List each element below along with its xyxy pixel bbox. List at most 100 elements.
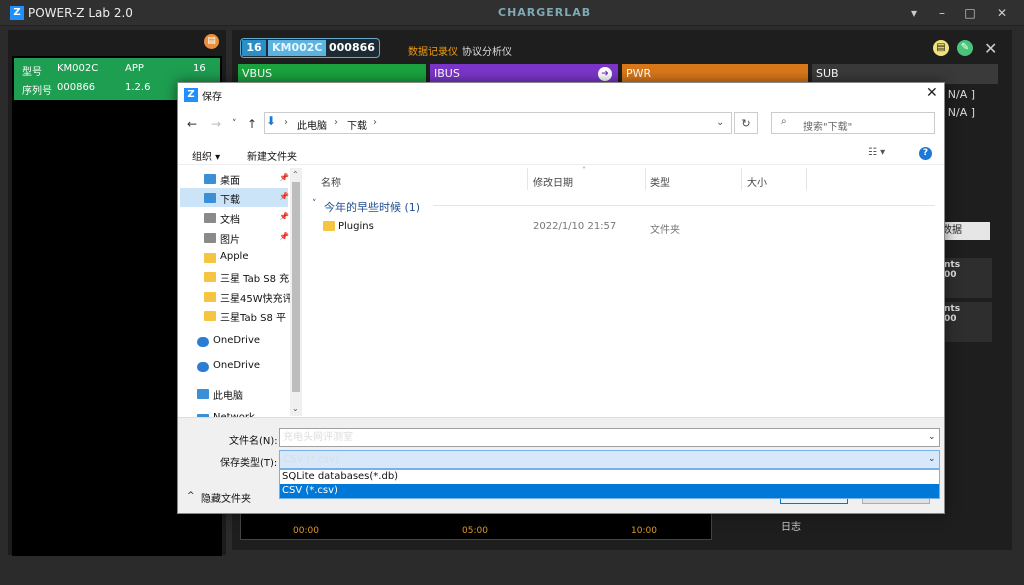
pill-model: KM002C — [268, 40, 326, 56]
minimize-button[interactable]: – — [930, 4, 954, 22]
chart-tick: 00:00 — [293, 526, 319, 536]
group-header[interactable]: 今年的早些时候 (1) — [324, 199, 420, 215]
nav-item-label: Apple — [220, 251, 249, 262]
pin-icon[interactable]: 📌 — [279, 212, 289, 221]
download-folder-icon: ⬇ — [266, 114, 277, 128]
crumb-separator-icon[interactable]: › — [284, 117, 288, 128]
filetype-select[interactable]: CSV (*.csv) — [279, 450, 940, 469]
crumb-separator-icon[interactable]: › — [334, 117, 338, 128]
nav-item-icon — [204, 253, 216, 263]
scroll-up-icon[interactable]: ⌃ — [292, 170, 299, 179]
filename-input[interactable]: 充电头网评测室 — [279, 428, 940, 447]
tab-protocol-analyzer[interactable]: 协议分析仪 — [462, 43, 512, 58]
screenshot-icon[interactable]: ▤ — [933, 40, 949, 56]
nav-item-icon — [197, 362, 209, 372]
dialog-close-button[interactable]: ✕ — [926, 85, 938, 101]
pin-icon[interactable]: 📌 — [279, 173, 289, 182]
device-serial-value: 000866 — [57, 82, 96, 93]
filetype-option-csv[interactable]: CSV (*.csv) — [280, 484, 939, 498]
column-name[interactable]: 名称 — [321, 174, 341, 189]
tile-vbus[interactable]: VBUS — [238, 64, 426, 84]
chart-tick: 05:00 — [462, 526, 488, 536]
column-separator[interactable] — [645, 168, 646, 190]
main-close-icon[interactable]: ✕ — [984, 39, 997, 58]
nav-item-icon — [204, 292, 216, 302]
nav-item-label: 下载 — [220, 195, 240, 206]
device-version: 1.2.6 — [125, 82, 151, 93]
help-icon[interactable]: ? — [919, 147, 932, 160]
organize-button[interactable]: 组织 ▾ — [192, 148, 220, 163]
arrow-right-icon[interactable]: ➜ — [598, 67, 612, 81]
group-collapse-icon[interactable]: ˅ — [312, 199, 317, 209]
recent-chevron-icon[interactable]: ˅ — [232, 119, 237, 129]
tile-pwr[interactable]: PWR — [622, 64, 808, 84]
brand-logo: CHARGERLAB — [498, 6, 592, 19]
file-type: 文件夹 — [650, 225, 680, 236]
dialog-app-icon: Z — [184, 88, 198, 102]
filename-label: 文件名(N): — [229, 436, 278, 447]
column-size[interactable]: 大小 — [747, 174, 767, 189]
filetype-dropdown-icon[interactable]: ⌄ — [928, 454, 936, 464]
nav-item-icon — [204, 193, 216, 203]
filetype-option-db[interactable]: SQLite databases(*.db) — [280, 470, 939, 484]
column-separator[interactable] — [806, 168, 807, 190]
nav-item-label: 图片 — [220, 235, 240, 246]
device-model-value: KM002C — [57, 63, 99, 74]
file-row[interactable] — [316, 216, 936, 236]
tile-sub[interactable]: SUB — [812, 64, 998, 84]
column-separator[interactable] — [527, 168, 528, 190]
export-icon[interactable]: ▤ — [204, 34, 219, 49]
breadcrumb-this-pc[interactable]: 此电脑 — [297, 117, 327, 132]
hide-folders-toggle[interactable]: 隐藏文件夹 — [201, 490, 251, 505]
column-type[interactable]: 类型 — [650, 174, 670, 189]
column-separator[interactable] — [741, 168, 742, 190]
filetype-label: 保存类型(T): — [220, 458, 278, 469]
refresh-button[interactable]: ↻ — [734, 112, 758, 134]
search-icon: ⌕ — [781, 116, 787, 127]
nav-item-icon — [197, 337, 209, 347]
nav-item-icon — [204, 213, 216, 223]
view-options-icon[interactable]: ☷ ▾ — [868, 147, 885, 158]
dialog-title: 保存 — [202, 92, 222, 103]
tab-data-logger[interactable]: 数据记录仪 — [408, 43, 458, 58]
pill-serial: 000866 — [329, 41, 375, 54]
pin-icon[interactable]: 📌 — [279, 232, 289, 241]
na-value-1: [ N/A ] — [940, 88, 976, 101]
menu-dropdown-icon[interactable]: ▾ — [902, 4, 926, 22]
device-app-value: 16 — [193, 63, 206, 74]
breadcrumb-downloads[interactable]: 下载 — [347, 117, 367, 132]
chart-tick: 10:00 — [631, 526, 657, 536]
nav-item-label: 三星Tab S8 平 — [220, 313, 286, 324]
na-value-2: [ N/A ] — [940, 106, 976, 119]
app-logo-icon: Z — [10, 6, 24, 20]
device-serial-label: 序列号 — [22, 86, 52, 97]
clear-data-button[interactable]: 数据 — [938, 222, 990, 240]
nav-scroll-thumb[interactable] — [292, 182, 300, 392]
nav-item-label: OneDrive — [213, 360, 261, 371]
maximize-button[interactable]: □ — [958, 4, 982, 22]
device-app-label: APP — [125, 63, 144, 74]
log-label[interactable]: 日志 — [781, 518, 801, 533]
search-input[interactable] — [771, 112, 935, 134]
crumb-separator-icon[interactable]: › — [373, 117, 377, 128]
address-dropdown-icon[interactable]: ⌄ — [716, 117, 724, 128]
note-icon[interactable]: ✎ — [957, 40, 973, 56]
pill-number: 16 — [242, 40, 266, 56]
new-folder-button[interactable]: 新建文件夹 — [247, 148, 297, 163]
filename-dropdown-icon[interactable]: ⌄ — [928, 432, 936, 442]
pin-icon[interactable]: 📌 — [279, 192, 289, 201]
chevron-up-icon[interactable]: ^ — [187, 491, 195, 501]
tile-ibus[interactable]: IBUS — [430, 64, 618, 84]
nav-item-icon — [197, 389, 209, 399]
column-date[interactable]: 修改日期 — [533, 174, 573, 189]
group-divider — [433, 205, 935, 206]
nav-item-label: 三星45W快充评 — [220, 294, 293, 305]
app-title: POWER-Z Lab 2.0 — [28, 6, 133, 20]
scroll-down-icon[interactable]: ⌄ — [292, 404, 299, 413]
folder-icon — [323, 221, 335, 231]
up-arrow-icon[interactable]: ↑ — [247, 117, 257, 131]
app-close-button[interactable]: ✕ — [990, 4, 1014, 22]
back-arrow-icon[interactable]: ← — [187, 117, 197, 131]
sort-indicator-icon: ˅ — [582, 166, 586, 175]
forward-arrow-icon[interactable]: → — [211, 117, 221, 131]
